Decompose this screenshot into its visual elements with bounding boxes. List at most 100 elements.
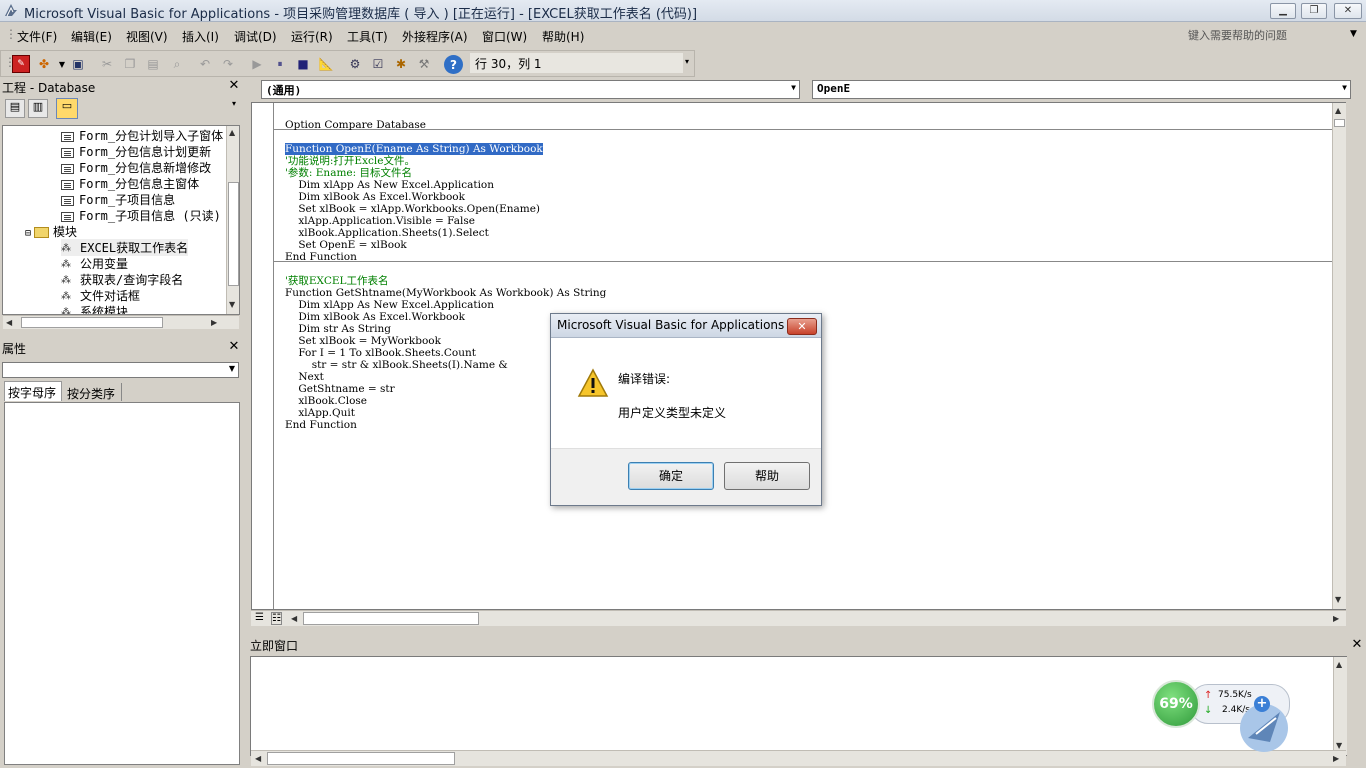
menu-insert[interactable]: 插入(I) <box>182 28 219 45</box>
scroll-thumb[interactable] <box>1334 119 1345 127</box>
module-icon: ⁂ <box>61 258 71 270</box>
scroll-down-icon[interactable]: ▼ <box>1336 741 1342 750</box>
tree-item-label: Form_子项目信息 (只读) <box>79 209 221 223</box>
tree-item-module-selected[interactable]: ⁂ EXCEL获取工作表名 <box>61 239 189 256</box>
tree-item-module[interactable]: ⁂ 文件对话框 <box>61 287 140 304</box>
tree-item-module[interactable]: ⁂ 系统模块 <box>61 303 128 314</box>
menu-view[interactable]: 视图(V) <box>126 28 168 45</box>
scroll-up-icon[interactable]: ▲ <box>1335 106 1341 115</box>
scroll-down-icon[interactable]: ▼ <box>1335 595 1341 604</box>
restore-button[interactable]: ❐ <box>1301 3 1327 19</box>
dialog-title: Microsoft Visual Basic for Applications <box>557 318 785 332</box>
scroll-thumb[interactable] <box>303 612 479 625</box>
run-icon[interactable]: ▶ <box>248 55 266 73</box>
form-icon <box>61 147 74 158</box>
tab-alphabetic[interactable]: 按字母序 <box>4 381 62 401</box>
close-window-button[interactable]: ✕ <box>1334 3 1362 19</box>
code-line: Function GetShtname(MyWorkbook As Workbo… <box>285 287 607 299</box>
scroll-up-icon[interactable]: ▲ <box>229 128 235 137</box>
scroll-thumb[interactable] <box>267 752 455 765</box>
tree-item-module[interactable]: ⁂ 获取表/查询字段名 <box>61 271 183 288</box>
paste-icon[interactable]: ▤ <box>144 55 162 73</box>
scroll-right-icon[interactable]: ▶ <box>1333 614 1339 623</box>
tree-item-label: Form_分包信息新增修改 <box>79 161 212 175</box>
scroll-right-icon[interactable]: ▶ <box>1333 754 1339 763</box>
view-code-icon[interactable]: ▤ <box>5 99 25 118</box>
code-vertical-scrollbar[interactable]: ▲ ▼ <box>1332 103 1346 609</box>
chevron-down-icon[interactable]: ▼ <box>791 83 796 92</box>
redo-icon[interactable]: ↷ <box>219 55 237 73</box>
tab-categorized[interactable]: 按分类序 <box>64 383 122 401</box>
immediate-vertical-scrollbar[interactable]: ▲ ▼ <box>1333 657 1347 755</box>
reset-icon[interactable]: ■ <box>294 55 312 73</box>
find-icon[interactable]: ⌕ <box>168 55 186 73</box>
tree-item-module[interactable]: ⁂ 公用变量 <box>61 255 128 272</box>
tree-vertical-scrollbar[interactable]: ▲ ▼ <box>226 126 239 314</box>
scroll-thumb[interactable] <box>228 182 239 286</box>
dialog-close-icon[interactable]: ✕ <box>787 318 817 335</box>
add-icon[interactable]: + <box>1254 696 1270 712</box>
tree-item-form[interactable]: Form_分包信息新增修改 <box>61 159 211 176</box>
collapse-toggle-icon[interactable]: ⊟ <box>25 228 31 239</box>
tree-horizontal-scrollbar[interactable]: ◀ ▶ <box>3 315 239 329</box>
tree-item-form[interactable]: Form_分包信息主窗体 <box>61 175 199 192</box>
scroll-left-icon[interactable]: ◀ <box>291 614 297 623</box>
menu-debug[interactable]: 调试(D) <box>234 28 277 45</box>
menu-tools[interactable]: 工具(T) <box>347 28 388 45</box>
minimize-button[interactable]: ▁ <box>1270 3 1296 19</box>
object-select-dropdown[interactable]: ▼ <box>2 362 239 378</box>
project-explorer-icon[interactable]: ⚙ <box>346 55 364 73</box>
full-module-view-icon[interactable]: ☷ <box>271 612 282 625</box>
break-icon[interactable]: ⏸ <box>271 55 289 73</box>
scroll-down-icon[interactable]: ▼ <box>229 300 235 309</box>
tree-item-form[interactable]: Form_子项目信息 (只读) <box>61 207 221 224</box>
help-icon[interactable]: ? <box>444 55 463 74</box>
save-icon[interactable]: ▣ <box>69 55 87 73</box>
insert-object-icon[interactable]: ✤ <box>35 55 53 73</box>
view-object-icon[interactable]: ▥ <box>28 99 48 118</box>
tree-item-form[interactable]: Form_子项目信息 <box>61 191 175 208</box>
access-view-icon[interactable]: ✎ <box>12 55 30 73</box>
properties-window-icon[interactable]: ☑ <box>369 55 387 73</box>
menu-addins[interactable]: 外接程序(A) <box>402 28 468 45</box>
menu-window[interactable]: 窗口(W) <box>482 28 527 45</box>
scroll-left-icon[interactable]: ◀ <box>255 754 261 763</box>
ok-button[interactable]: 确定 <box>628 462 714 490</box>
scroll-left-icon[interactable]: ◀ <box>6 318 12 327</box>
network-speed-widget[interactable]: 69% ↑ 75.5K/s ↓ 2.4K/s + <box>1150 678 1300 754</box>
menu-run[interactable]: 运行(R) <box>291 28 333 45</box>
object-combo[interactable]: (通用) ▼ <box>261 80 800 99</box>
toolbox-icon[interactable]: ⚒ <box>415 55 433 73</box>
properties-panel-close-icon[interactable]: ✕ <box>227 340 241 354</box>
help-question-input[interactable]: 键入需要帮助的问题 <box>1182 25 1364 45</box>
toggle-folders-icon[interactable]: ▭ <box>56 98 78 119</box>
cut-icon[interactable]: ✂ <box>98 55 116 73</box>
copy-icon[interactable]: ❐ <box>121 55 139 73</box>
scroll-thumb[interactable] <box>21 317 163 328</box>
menu-help[interactable]: 帮助(H) <box>542 28 584 45</box>
scroll-up-icon[interactable]: ▲ <box>1336 660 1342 669</box>
menu-edit[interactable]: 编辑(E) <box>71 28 112 45</box>
toolbar-options-icon[interactable]: ▾ <box>685 57 689 66</box>
procedure-view-icon[interactable]: ☰ <box>255 612 264 623</box>
object-browser-icon[interactable]: ✱ <box>392 55 410 73</box>
tree-item-form[interactable]: Form_分包信息计划更新 <box>61 143 211 160</box>
scroll-right-icon[interactable]: ▶ <box>211 318 217 327</box>
menu-grip: ⋮ <box>5 27 17 41</box>
immediate-window-header: 立即窗口 ✕ <box>249 636 1366 654</box>
design-mode-icon[interactable]: 📐 <box>317 55 335 73</box>
procedure-combo[interactable]: OpenE ▼ <box>812 80 1351 99</box>
help-dropdown-icon[interactable]: ▼ <box>1350 29 1357 39</box>
folder-icon <box>34 227 50 238</box>
chevron-down-icon[interactable]: ▼ <box>229 364 235 373</box>
undo-icon[interactable]: ↶ <box>196 55 214 73</box>
project-panel-close-icon[interactable]: ✕ <box>227 79 241 93</box>
chevron-down-icon[interactable]: ▼ <box>1342 83 1347 92</box>
code-horizontal-scrollbar[interactable]: ☰ ☷ ◀ ▶ <box>251 610 1346 626</box>
tree-item-form[interactable]: Form_分包计划导入子窗体 <box>61 127 223 144</box>
menu-file[interactable]: 文件(F) <box>17 28 57 45</box>
help-button[interactable]: 帮助 <box>724 462 810 490</box>
tree-item-modules-folder[interactable]: ⊟ 模块 <box>25 223 77 240</box>
immediate-window-close-icon[interactable]: ✕ <box>1350 638 1364 652</box>
procedure-separator <box>274 129 1346 130</box>
